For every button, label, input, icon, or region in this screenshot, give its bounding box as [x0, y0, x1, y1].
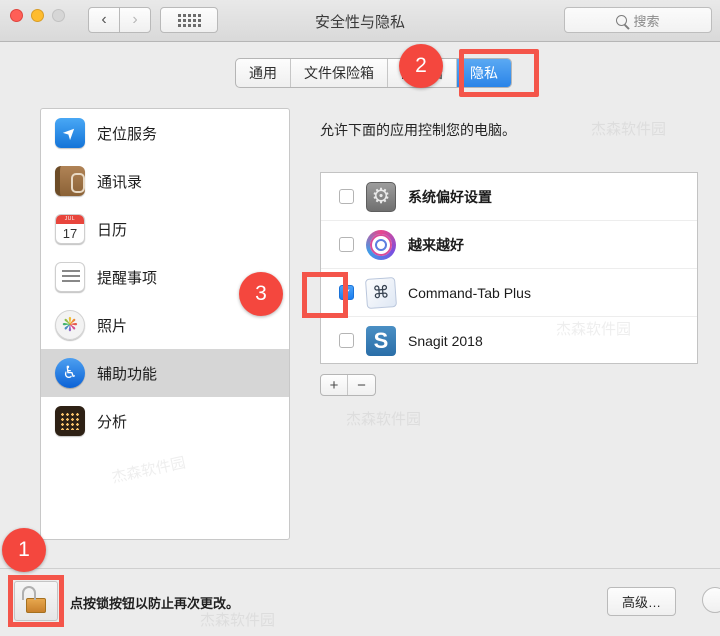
- lock-highlight: [8, 575, 64, 627]
- sidebar-item-calendar[interactable]: 日历: [41, 205, 289, 253]
- add-remove-segmented-control[interactable]: + −: [320, 374, 376, 396]
- step-badge-3: 3: [239, 272, 283, 316]
- app-name: Snagit 2018: [408, 332, 483, 349]
- checkbox-highlight: [302, 272, 348, 318]
- better-and-better-icon: [366, 229, 396, 260]
- watermark: 杰森软件园: [110, 454, 188, 487]
- sidebar-item-label: 日历: [97, 221, 128, 239]
- search-icon: [616, 14, 628, 26]
- lock-note: 点按锁按钮以防止再次更改。: [70, 596, 240, 611]
- sidebar-item-contacts[interactable]: 通讯录: [41, 157, 289, 205]
- table-row[interactable]: 越来越好: [321, 221, 697, 269]
- location-services-icon: [55, 118, 85, 148]
- photos-icon: [55, 310, 85, 340]
- bottom-bar: 点按锁按钮以防止再次更改。 高级… 杰森软件园: [0, 568, 720, 636]
- sidebar-item-label: 通讯录: [97, 173, 143, 191]
- sidebar-item-location-services[interactable]: 定位服务: [41, 109, 289, 157]
- accessibility-icon: [55, 358, 85, 388]
- command-tab-plus-icon: [364, 276, 398, 309]
- app-checkbox[interactable]: [339, 333, 354, 348]
- remove-app-button[interactable]: −: [348, 375, 375, 395]
- table-row[interactable]: Snagit 2018: [321, 317, 697, 363]
- step-badge-2: 2: [399, 44, 443, 88]
- pane-description: 允许下面的应用控制您的电脑。: [320, 122, 516, 138]
- accessibility-pane: 允许下面的应用控制您的电脑。 系统偏好设置 越来越好 Command-Tab P…: [306, 108, 702, 540]
- sidebar-item-label: 分析: [97, 413, 128, 431]
- sidebar-item-label: 提醒事项: [97, 269, 158, 287]
- search-placeholder: 搜索: [633, 13, 660, 29]
- app-name: 越来越好: [408, 236, 464, 253]
- tab-general[interactable]: 通用: [236, 59, 291, 87]
- snagit-icon: [366, 325, 396, 356]
- table-row[interactable]: 系统偏好设置: [321, 173, 697, 221]
- privacy-tab-highlight: [459, 49, 539, 97]
- contacts-icon: [55, 166, 85, 196]
- allowed-apps-list[interactable]: 系统偏好设置 越来越好 Command-Tab Plus Snagit 2018: [320, 172, 698, 364]
- analytics-icon: [55, 406, 85, 436]
- search-input[interactable]: 搜索: [564, 7, 712, 33]
- step-badge-1: 1: [2, 528, 46, 572]
- calendar-icon: [55, 214, 85, 244]
- sidebar-item-label: 照片: [97, 317, 128, 335]
- sidebar-item-analytics[interactable]: 分析: [41, 397, 289, 445]
- system-preferences-window: ‹ › 安全性与隐私 搜索 通用 文件保险箱 防火墙 隐私: [0, 0, 720, 636]
- window-titlebar: ‹ › 安全性与隐私 搜索: [0, 0, 720, 42]
- table-row[interactable]: Command-Tab Plus: [321, 269, 697, 317]
- reminders-icon: [55, 262, 85, 292]
- system-preferences-icon: [366, 181, 396, 212]
- app-name: Command-Tab Plus: [408, 284, 531, 301]
- privacy-category-list: 定位服务 通讯录 日历 提醒事项 照片 辅助功能: [40, 108, 290, 540]
- sidebar-item-label: 定位服务: [97, 125, 158, 143]
- add-app-button[interactable]: +: [321, 375, 348, 395]
- advanced-button[interactable]: 高级…: [606, 587, 676, 616]
- help-button[interactable]: [702, 587, 720, 613]
- sidebar-item-label: 辅助功能: [97, 365, 158, 383]
- app-checkbox[interactable]: [339, 189, 354, 204]
- app-name: 系统偏好设置: [408, 188, 492, 205]
- app-checkbox[interactable]: [339, 237, 354, 252]
- tab-filevault[interactable]: 文件保险箱: [291, 59, 388, 87]
- watermark: 杰森软件园: [200, 612, 276, 629]
- preferences-content: 定位服务 通讯录 日历 提醒事项 照片 辅助功能: [18, 100, 702, 560]
- watermark: 杰森软件园: [346, 411, 422, 428]
- sidebar-item-accessibility[interactable]: 辅助功能: [41, 349, 289, 397]
